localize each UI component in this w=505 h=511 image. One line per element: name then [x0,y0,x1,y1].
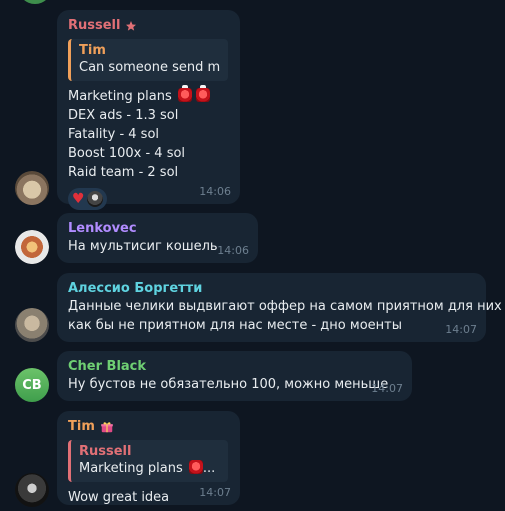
message-line: Данные челики выдвигают оффер на самом п… [68,299,505,314]
message-line: как бы не приятном для нас месте - дно м… [68,318,402,333]
sender-name[interactable]: Tim [68,418,229,435]
siren-emoji [177,85,192,102]
message-line: Raid team - 2 sol [68,165,179,180]
message-line: Marketing plans [68,85,229,106]
reactor-avatar [86,191,103,207]
message-time: 14:07 [199,486,231,499]
avatar[interactable] [15,308,49,342]
star-icon [126,20,137,31]
siren-emoji [195,85,210,102]
reply-sender: Tim [79,43,106,58]
message-text: Ну бустов не обязательно 100, можно мень… [68,377,389,392]
siren-emoji [188,460,203,474]
sender-name[interactable]: Russell [68,17,229,34]
avatar[interactable] [15,171,49,205]
message-time: 14:07 [371,382,403,395]
message-line: Boost 100x - 4 sol [68,146,186,161]
message-time: 14:07 [445,323,477,336]
message-bubble[interactable]: Cher Black Ну бустов не обязательно 100,… [57,351,412,401]
reply-text: Can someone send m... [79,60,220,75]
reply-preview[interactable]: Russell Marketing plans ... [68,440,228,482]
message-bubble[interactable]: Tim Russell Marketing plans ... Wow grea… [57,411,240,505]
reaction-chip[interactable]: ♥ [68,188,107,210]
message-time: 14:06 [199,185,231,198]
sender-name[interactable]: Cher Black [68,358,401,375]
sender-name[interactable]: Алессио Боргетти [68,280,475,297]
reply-preview[interactable]: Tim Can someone send m... [68,39,228,81]
gift-icon [101,421,113,432]
reply-sender: Russell [79,444,132,459]
message-line: DEX ads - 1.3 sol [68,108,179,123]
message-bubble[interactable]: Алессио Боргетти Данные челики выдвигают… [57,273,505,342]
avatar[interactable] [15,230,49,264]
message-time: 14:06 [217,244,249,257]
avatar-initials-text: CB [22,377,42,393]
avatar[interactable] [15,473,49,507]
message-bubble[interactable]: Lenkovec На мультисиг кошель 14:06 [57,213,258,263]
reply-text: Marketing plans ... [79,460,216,476]
message-line: Fatality - 4 sol [68,127,160,142]
avatar-initials[interactable]: CB [15,368,49,402]
partial-avatar[interactable] [18,0,52,4]
heart-icon: ♥ [72,191,85,207]
sender-name[interactable]: Lenkovec [68,220,247,237]
message-bubble[interactable]: Russell Tim Can someone send m... Market… [57,10,240,210]
